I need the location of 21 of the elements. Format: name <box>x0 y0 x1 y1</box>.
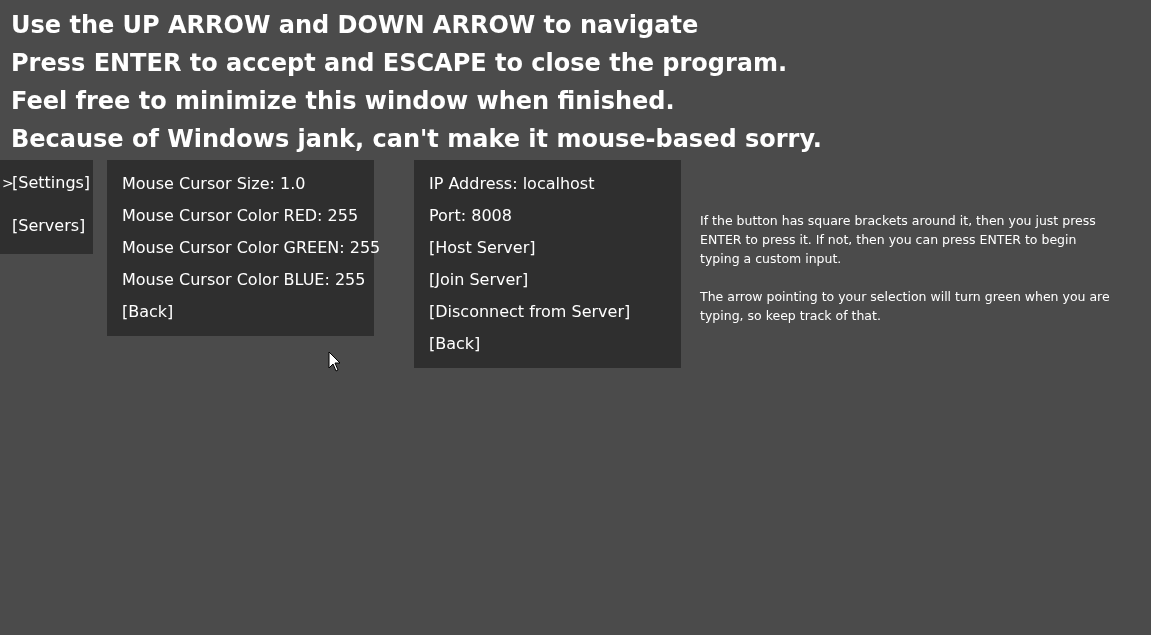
panel-item[interactable]: Mouse Cursor Color RED: 255 <box>122 200 359 232</box>
panel-item[interactable]: [Join Server] <box>429 264 529 296</box>
instruction-line: Press ENTER to accept and ESCAPE to close the program. <box>11 48 789 79</box>
help-paragraph: The arrow pointing to your selection will turn green when you are typing, so keep track of that. <box>700 288 1110 325</box>
panel-item[interactable]: [Disconnect from Server] <box>429 296 631 328</box>
instruction-line: Use the UP ARROW and DOWN ARROW to navigate <box>11 10 700 41</box>
panel-item[interactable]: [Back] <box>122 296 174 328</box>
panel-item[interactable]: [Back] <box>429 328 481 360</box>
panel-item[interactable]: Mouse Cursor Size: 1.0 <box>122 168 306 200</box>
panel-item[interactable]: IP Address: localhost <box>429 168 595 200</box>
instruction-line: Feel free to minimize this window when finished. <box>11 86 676 117</box>
panel-item[interactable]: Mouse Cursor Color GREEN: 255 <box>122 232 381 264</box>
menu-item[interactable]: [Servers] <box>12 214 86 238</box>
panel-item[interactable]: Mouse Cursor Color BLUE: 255 <box>122 264 366 296</box>
instruction-line: Because of Windows jank, can't make it mouse-based sorry. <box>11 124 823 155</box>
help-paragraph: If the button has square brackets around it, then you just press ENTER to press it. If not, then you can press ENTER to begin typing a custom input. <box>700 212 1097 268</box>
panel-item[interactable]: Port: 8008 <box>429 200 512 232</box>
mouse-cursor-icon <box>328 351 341 372</box>
selection-arrow: > <box>1 173 12 193</box>
menu-item[interactable]: [Settings] <box>12 171 91 195</box>
panel-item[interactable]: [Host Server] <box>429 232 536 264</box>
